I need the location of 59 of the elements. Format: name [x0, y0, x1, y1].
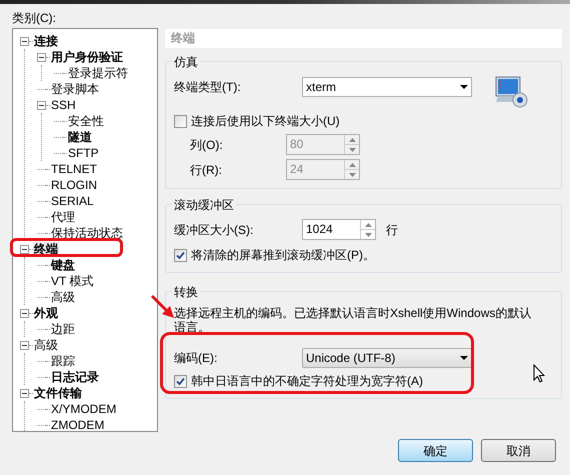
collapse-icon[interactable]: [37, 100, 46, 110]
tree-item[interactable]: 安全性: [67, 114, 105, 128]
dropdown[interactable]: xterm: [302, 77, 472, 97]
tree-item[interactable]: 用户身份验证: [50, 50, 124, 64]
collapse-icon[interactable]: [20, 308, 29, 318]
tree-item[interactable]: 高级: [33, 338, 59, 352]
checkbox-label: 连接后使用以下终端大小(U): [191, 113, 340, 130]
tree-item[interactable]: 外观: [33, 306, 59, 320]
tree-item[interactable]: 日志记录: [50, 370, 100, 384]
tree-item[interactable]: 跟踪: [50, 354, 76, 368]
checkbox-label: 韩中日语言中的不确定字符处理为宽字符(A): [191, 373, 423, 390]
tree-item[interactable]: SSH: [50, 98, 77, 112]
tree-item[interactable]: VT 模式: [50, 274, 94, 288]
group-title: 滚动缓冲区: [172, 196, 236, 214]
field-label: 编码(E):: [174, 350, 218, 367]
checkbox[interactable]: [174, 248, 187, 262]
annotation-arrow: [150, 294, 176, 320]
field-label: 缓冲区大小(S):: [174, 222, 254, 238]
tree-item[interactable]: 连接: [33, 34, 59, 48]
monitor-gear-icon: [495, 76, 529, 108]
tree-item[interactable]: 代理: [50, 210, 76, 224]
number-spinner[interactable]: 1024: [302, 219, 376, 240]
panel-header: 终端: [165, 29, 562, 48]
caret-icon: [460, 356, 468, 360]
checkbox[interactable]: [174, 374, 187, 388]
checkbox[interactable]: [174, 114, 187, 128]
collapse-icon[interactable]: [37, 52, 46, 62]
tree-item[interactable]: 保持活动状态: [50, 226, 124, 240]
tree-item[interactable]: 文件传输: [33, 386, 83, 400]
tree-item[interactable]: 登录脚本: [50, 82, 100, 96]
field-label: 行(R):: [189, 162, 223, 178]
tree-item[interactable]: 键盘: [50, 258, 76, 272]
tree-item[interactable]: SERIAL: [50, 194, 95, 208]
group-title: 转换: [172, 283, 200, 301]
unit-label: 行: [386, 222, 398, 238]
field-label: 终端类型(T):: [174, 79, 242, 96]
checkbox-label: 将清除的屏幕推到滚动缓冲区(P)。: [191, 247, 375, 264]
tree-item[interactable]: RLOGIN: [50, 178, 98, 192]
collapse-icon[interactable]: [20, 36, 29, 46]
tree-item[interactable]: X/YMODEM: [50, 402, 118, 416]
encoding-description: 选择远程主机的编码。已选择默认语言时Xshell使用Windows的默认语言。: [174, 306, 532, 334]
collapse-icon[interactable]: [20, 388, 29, 398]
dialog-button[interactable]: 取消: [481, 439, 556, 462]
collapse-icon[interactable]: [20, 244, 29, 254]
tree-item[interactable]: 边距: [50, 322, 76, 336]
tree-item[interactable]: 隧道: [67, 130, 93, 144]
collapse-icon[interactable]: [20, 340, 29, 350]
dialog-button[interactable]: 确定: [398, 439, 473, 462]
tree-item[interactable]: TELNET: [50, 162, 98, 176]
field-label: 列(O):: [189, 136, 224, 154]
caret-icon: [460, 85, 468, 89]
group-title: 仿真: [172, 53, 200, 71]
tree-item[interactable]: 登录提示符: [67, 66, 129, 80]
mouse-cursor-icon: [533, 364, 545, 383]
tree-item[interactable]: 高级: [50, 290, 76, 304]
tree-item[interactable]: SFTP: [67, 146, 100, 160]
category-label: 类别(C):: [12, 11, 57, 27]
tree-item[interactable]: ZMODEM: [50, 418, 106, 431]
dropdown[interactable]: Unicode (UTF-8): [302, 348, 472, 368]
